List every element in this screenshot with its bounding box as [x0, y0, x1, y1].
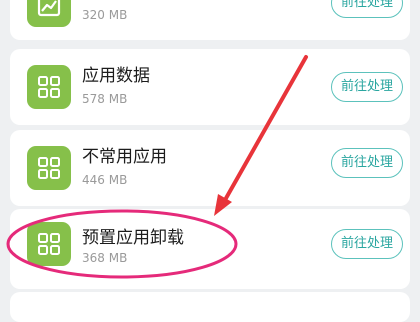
image-icon	[27, 0, 71, 27]
list-item-app-data: 应用数据 578 MB 前往处理	[10, 49, 410, 125]
app-grid-icon	[27, 65, 71, 109]
app-grid-icon	[27, 146, 71, 190]
item-size: 368 MB	[82, 251, 128, 265]
list-item-preinstalled-uninstall: 预置应用卸载 368 MB 前往处理	[10, 209, 410, 289]
list-item-partial	[10, 292, 410, 322]
go-process-button[interactable]: 前往处理	[331, 229, 403, 259]
go-process-button[interactable]: 前往处理	[331, 148, 403, 178]
app-grid-icon	[27, 222, 71, 266]
item-size: 446 MB	[82, 173, 128, 187]
list-item-rarely-used-apps: 不常用应用 446 MB 前往处理	[10, 130, 410, 206]
item-title: 应用数据	[82, 66, 150, 86]
go-process-button[interactable]: 前往处理	[331, 0, 403, 18]
item-size: 320 MB	[82, 8, 128, 22]
go-process-button[interactable]: 前往处理	[331, 72, 403, 102]
item-size: 578 MB	[82, 92, 128, 106]
list-item-images: 图片 320 MB 前往处理	[10, 0, 410, 40]
item-title: 预置应用卸载	[82, 228, 184, 248]
item-title: 不常用应用	[82, 147, 167, 167]
